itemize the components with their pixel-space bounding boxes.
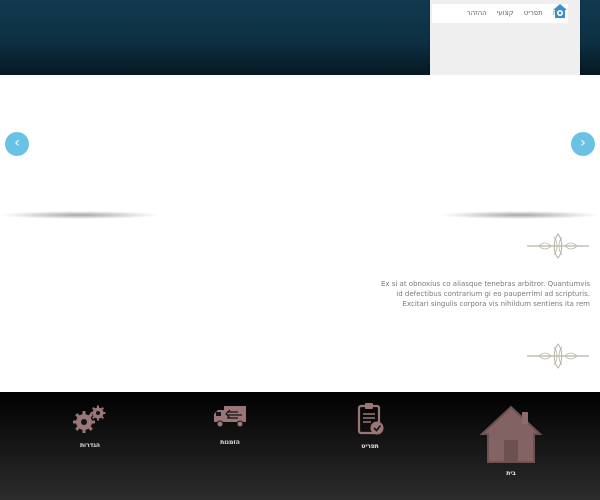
- footer-orders-button[interactable]: הזמנות: [208, 404, 252, 446]
- clipboard-check-icon: [357, 403, 384, 435]
- tab-settings[interactable]: ההזהר: [462, 4, 492, 23]
- ornament-divider-icon: [527, 343, 589, 369]
- footer-orders-label: הזמנות: [220, 439, 240, 446]
- content-paragraph: Ex si at obnoxius co aliasque tenebras a…: [380, 280, 590, 308]
- ornament-divider-icon: [527, 233, 589, 259]
- delivery-truck-icon: [214, 406, 246, 428]
- footer-menu-button[interactable]: תפריט: [348, 402, 392, 450]
- footer-home-label: בית: [506, 470, 516, 477]
- slider-prev-button[interactable]: ‹: [5, 132, 29, 156]
- tab-professional[interactable]: קצועי: [492, 4, 519, 23]
- nav-tabs: בית תפריט קצועי ההזהר: [432, 4, 568, 23]
- footer-menu-label: תפריט: [361, 443, 379, 450]
- tab-menu[interactable]: תפריט: [519, 4, 548, 23]
- image-slider: [0, 75, 600, 215]
- house-gear-icon[interactable]: [552, 3, 568, 19]
- footer-settings-label: הגדרות: [79, 442, 101, 449]
- footer-home-button[interactable]: בית: [476, 404, 546, 477]
- slider-shadow-left: [0, 211, 160, 219]
- home-icon: [479, 405, 543, 463]
- slider-shadow-right: [440, 211, 600, 219]
- slider-next-button[interactable]: ›: [571, 132, 595, 156]
- footer-settings-button[interactable]: הגדרות: [70, 404, 110, 449]
- gears-icon: [73, 405, 106, 433]
